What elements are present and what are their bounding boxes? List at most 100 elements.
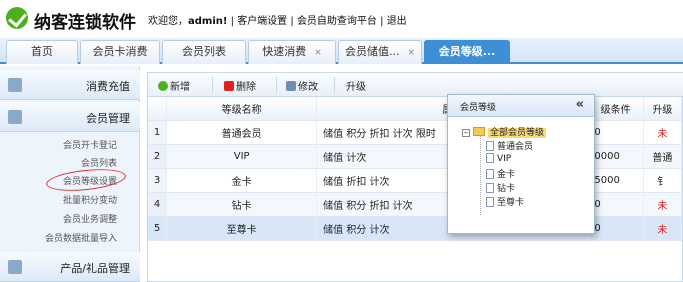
popup-title: 会员等级 <box>460 103 497 113</box>
section-label: 会员管理 <box>86 112 130 125</box>
tab-quick-consume[interactable]: 快速消费 × <box>248 40 336 64</box>
tab-member-deposit[interactable]: 会员储值... × <box>338 40 422 64</box>
delete-label: 删除 <box>236 82 256 93</box>
document-icon <box>486 197 494 207</box>
row-num: 1 <box>148 120 168 145</box>
tab-label: 会员列表 <box>182 45 226 58</box>
edit-button[interactable]: 修改 <box>286 78 318 93</box>
header-name[interactable]: 等级名称 <box>166 98 318 121</box>
header-cond[interactable]: 级条件 <box>587 98 644 121</box>
row-num: 5 <box>148 216 168 241</box>
row-up: 未 <box>643 120 683 145</box>
card-icon <box>8 110 22 124</box>
row-up: 普通 <box>643 144 683 169</box>
expander-icon[interactable]: − <box>462 129 470 137</box>
tree-node-label: VIP <box>497 154 512 164</box>
top-bar: 纳客连锁软件 欢迎您，admin! | 客户端设置 | 会员自助查询平台 | 退… <box>0 0 683 38</box>
row-up: 未 <box>643 216 683 241</box>
row-cond: 0 <box>587 192 644 217</box>
tab-home[interactable]: 首页 <box>6 40 78 64</box>
annotation-circle <box>45 165 127 195</box>
upgrade-label: 升级 <box>346 82 366 93</box>
header-up[interactable]: 升级 <box>643 98 683 121</box>
tree-node[interactable]: 至尊卡 <box>486 195 524 208</box>
divider <box>276 77 277 93</box>
row-num: 3 <box>148 168 168 193</box>
document-icon <box>486 141 494 151</box>
tab-bar: 首页 会员卡消费 会员列表 快速消费 × 会员储值... × 会员等级... <box>0 38 683 64</box>
logout-link[interactable]: 退出 <box>387 16 407 27</box>
row-cond: 0000 <box>587 144 644 169</box>
logo-check-icon <box>6 7 28 29</box>
delete-button[interactable]: 删除 <box>224 78 256 93</box>
level-tree-popup: 会员等级 « − 全部会员等级 普通会员 VIP 金卡 钻卡 至尊卡 <box>447 94 595 234</box>
folder-icon <box>473 127 485 136</box>
user-icon <box>8 78 22 92</box>
divider <box>212 77 213 93</box>
tree-line <box>480 135 481 215</box>
close-icon[interactable]: × <box>314 48 322 58</box>
tree-node[interactable]: 钻卡 <box>486 181 515 194</box>
tab-member-level[interactable]: 会员等级... <box>424 40 510 64</box>
sidebar-item-batch-import[interactable]: 会员数据批量导入 <box>45 231 117 244</box>
tab-label: 会员卡消费 <box>92 45 148 58</box>
section-label: 消费充值 <box>86 80 130 93</box>
sidebar-section-recharge[interactable]: 消费充值 <box>0 70 140 100</box>
divider <box>334 77 335 93</box>
tree-node[interactable]: 普通会员 <box>486 139 533 152</box>
row-up: 未 <box>643 192 683 217</box>
level-table: 等级名称 属性 级条件 升级 1 普通会员 储值 积分 折扣 计次 限时 0 未… <box>148 98 683 241</box>
row-name: 至尊卡 <box>166 216 318 241</box>
sidebar-item-batch-points[interactable]: 批量积分变动 <box>63 193 117 206</box>
upgrade-button[interactable]: 升级 <box>346 78 366 93</box>
add-button[interactable]: 新增 <box>158 78 190 93</box>
separator: | <box>380 16 384 27</box>
sidebar-section-product[interactable]: 产品/礼品管理 <box>0 252 140 282</box>
sidebar-item-business-adjust[interactable]: 会员业务调整 <box>63 212 117 225</box>
sidebar-item-member-list[interactable]: 会员列表 <box>81 156 117 169</box>
tree-node[interactable]: VIP <box>486 153 511 164</box>
app-title: 纳客连锁软件 <box>34 13 136 33</box>
toolbar: 新增 删除 修改 升级 <box>148 73 683 97</box>
tree-root-label: 全部会员等级 <box>488 128 547 138</box>
tree-node-label: 钻卡 <box>497 184 516 194</box>
sidebar-item-open-card[interactable]: 会员开卡登记 <box>63 138 117 151</box>
table-row[interactable]: 1 普通会员 储值 积分 折扣 计次 限时 0 未 <box>148 120 683 145</box>
tree-node[interactable]: 金卡 <box>486 167 515 180</box>
tab-label: 会员储值... <box>344 45 400 58</box>
row-name: VIP <box>166 144 318 169</box>
tree-root[interactable]: − 全部会员等级 <box>462 125 547 138</box>
delete-icon <box>224 81 234 91</box>
table-row[interactable]: 3 金卡 储值 折扣 计次 5000 钅 <box>148 168 683 193</box>
section-label: 产品/礼品管理 <box>60 262 130 275</box>
row-name: 钻卡 <box>166 192 318 217</box>
gift-icon <box>8 260 22 274</box>
row-cond: 0 <box>587 216 644 241</box>
edit-label: 修改 <box>298 82 318 93</box>
sidebar-section-member[interactable]: 会员管理 <box>0 102 140 132</box>
tab-label: 首页 <box>31 45 53 58</box>
edit-icon <box>286 81 296 91</box>
tab-label: 会员等级... <box>438 45 496 58</box>
client-settings-link[interactable]: 客户端设置 <box>237 16 287 27</box>
table-row[interactable]: 4 钻卡 储值 积分 折扣 计次 0 未 <box>148 192 683 217</box>
document-icon <box>486 183 494 193</box>
collapse-icon[interactable]: « <box>576 97 584 112</box>
table-row[interactable]: 2 VIP 储值 计次 0000 普通 <box>148 144 683 169</box>
header-num <box>148 98 168 121</box>
row-cond: 5000 <box>587 168 644 193</box>
row-num: 2 <box>148 144 168 169</box>
row-name: 金卡 <box>166 168 318 193</box>
table-row[interactable]: 5 至尊卡 储值 积分 计次 0 未 <box>148 216 683 241</box>
self-service-link[interactable]: 会员自助查询平台 <box>297 16 377 27</box>
tab-card-consume[interactable]: 会员卡消费 <box>80 40 160 64</box>
separator: | <box>290 16 294 27</box>
welcome-prefix: 欢迎您， <box>148 16 188 27</box>
main-panel: 新增 删除 修改 升级 等级名称 属性 级条件 升级 1 普通会员 储值 积分 … <box>147 72 683 282</box>
tree-node-label: 金卡 <box>497 170 516 180</box>
document-icon <box>486 153 494 163</box>
close-icon[interactable]: × <box>407 48 415 58</box>
tab-member-list[interactable]: 会员列表 <box>162 40 246 64</box>
row-name: 普通会员 <box>166 120 318 145</box>
welcome-bar: 欢迎您，admin! | 客户端设置 | 会员自助查询平台 | 退出 <box>148 12 407 27</box>
